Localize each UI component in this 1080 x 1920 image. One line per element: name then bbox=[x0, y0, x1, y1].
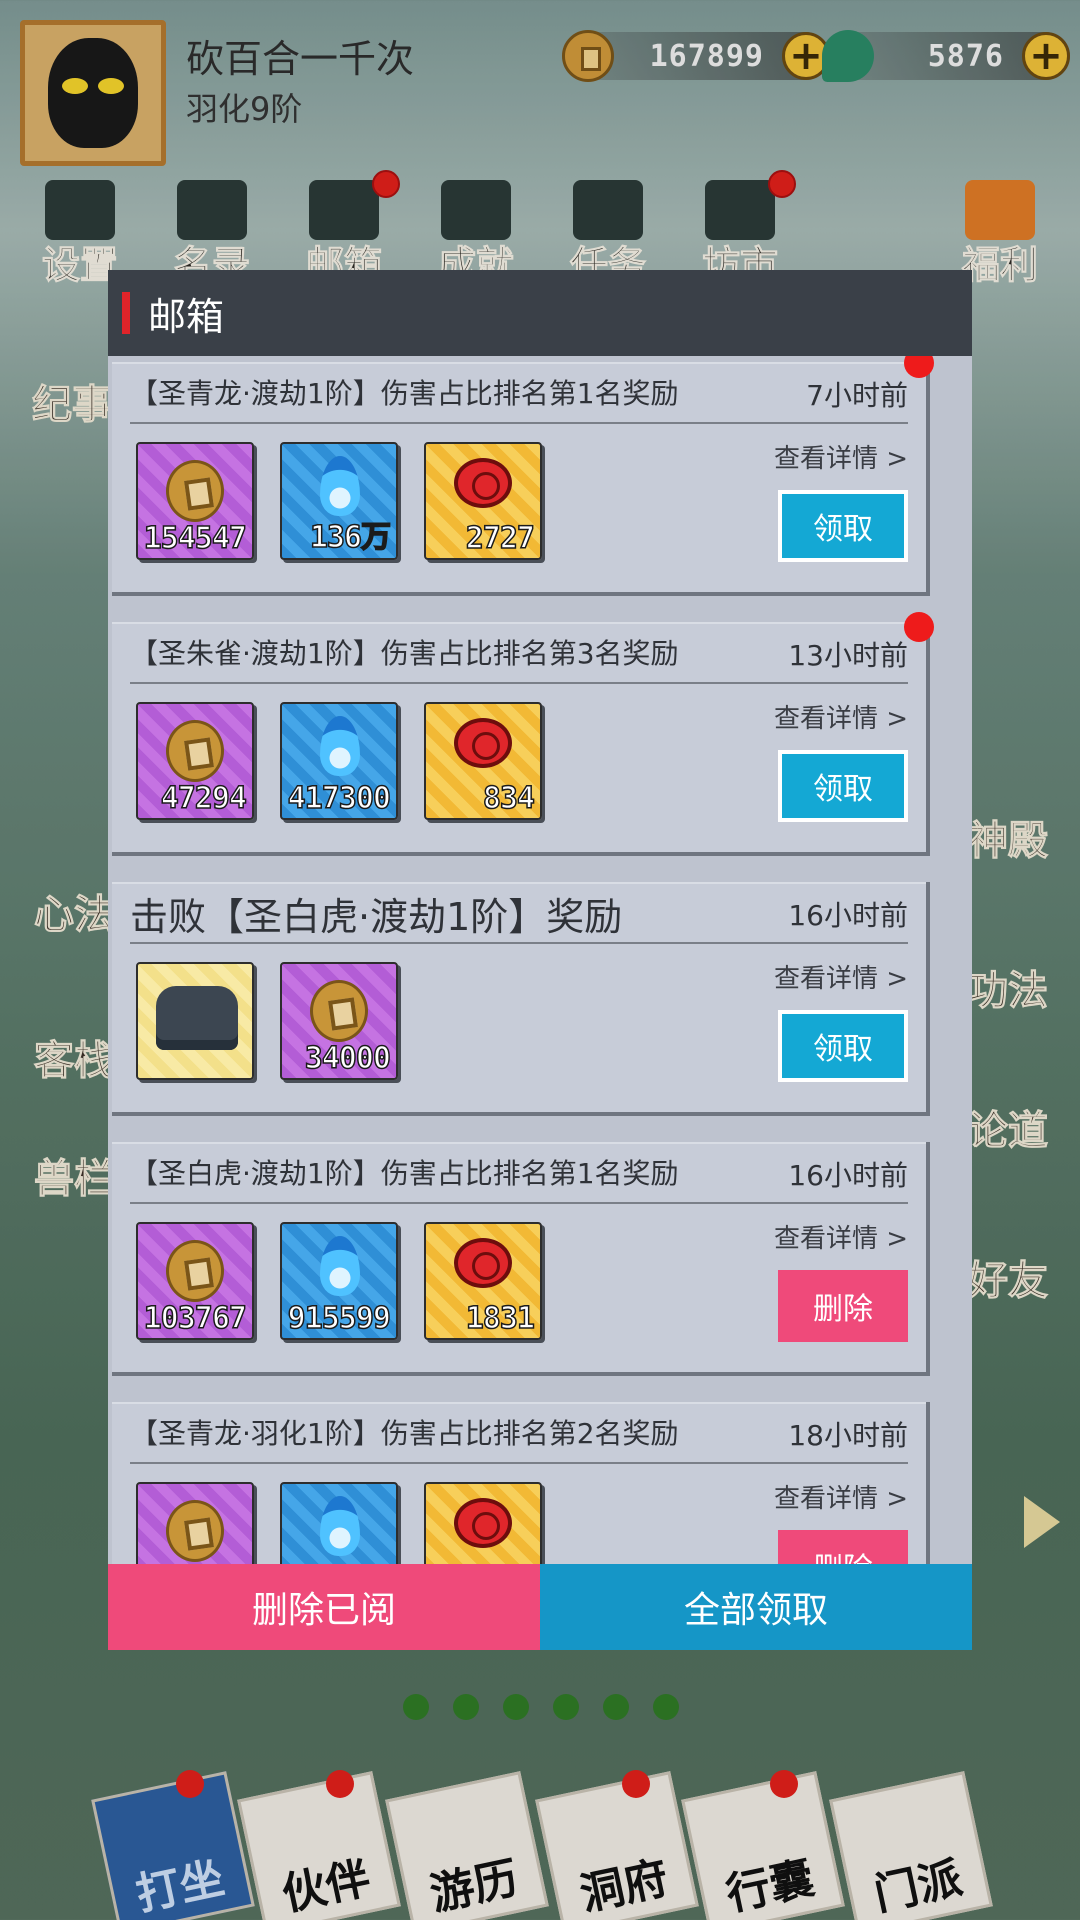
reward-coin[interactable]: 154547 bbox=[136, 442, 254, 560]
reward-token[interactable] bbox=[424, 1482, 542, 1564]
divider bbox=[130, 682, 908, 684]
reward-list: 34000 bbox=[136, 962, 398, 1080]
mailbox-footer: 删除已阅 全部领取 bbox=[108, 1564, 972, 1650]
mail-title: 【圣青龙·羽化1阶】伤害占比排名第2名奖励 bbox=[130, 1417, 679, 1450]
reward-qty: 34000 bbox=[304, 1040, 392, 1077]
view-details-link[interactable]: 查看详情 > bbox=[774, 1218, 908, 1255]
coin-icon bbox=[166, 460, 224, 522]
coin-icon bbox=[166, 720, 224, 782]
unread-dot bbox=[904, 356, 934, 378]
reward-spirit-flame[interactable]: 136万 bbox=[280, 442, 398, 560]
reward-spirit-flame[interactable]: 915599 bbox=[280, 1222, 398, 1340]
mail-time: 7小时前 bbox=[806, 379, 908, 412]
reward-coin[interactable]: 34000 bbox=[280, 962, 398, 1080]
claim-button[interactable]: 领取 bbox=[778, 490, 908, 562]
mail-time: 13小时前 bbox=[788, 639, 908, 672]
mail-title: 【圣白虎·渡劫1阶】伤害占比排名第1名奖励 bbox=[130, 1157, 679, 1190]
token-icon bbox=[454, 718, 512, 768]
reward-spirit-flame[interactable] bbox=[280, 1482, 398, 1564]
reward-spirit-flame[interactable]: 417300 bbox=[280, 702, 398, 820]
mail-title: 【圣朱雀·渡劫1阶】伤害占比排名第3名奖励 bbox=[130, 637, 679, 670]
reward-token[interactable]: 2727 bbox=[424, 442, 542, 560]
mail-item[interactable]: 【圣青龙·羽化1阶】伤害占比排名第2名奖励 18小时前 查看详情 > 删除 bbox=[112, 1402, 930, 1564]
token-icon bbox=[454, 1238, 512, 1288]
mailbox-header: 邮箱 bbox=[108, 270, 972, 356]
reward-qty: 47294 bbox=[160, 780, 248, 817]
reward-qty: 154547 bbox=[143, 520, 248, 557]
reward-qty: 2727 bbox=[465, 520, 536, 557]
coin-icon bbox=[310, 980, 368, 1042]
mail-item[interactable]: 【圣青龙·渡劫1阶】伤害占比排名第1名奖励 7小时前 154547 136万 2… bbox=[112, 356, 934, 596]
reward-token[interactable]: 834 bbox=[424, 702, 542, 820]
token-icon bbox=[454, 458, 512, 508]
mail-item[interactable]: 【圣白虎·渡劫1阶】伤害占比排名第1名奖励 16小时前 103767 91559… bbox=[112, 1142, 930, 1376]
spirit-flame-icon bbox=[320, 1496, 360, 1556]
reward-boots[interactable] bbox=[136, 962, 254, 1080]
mail-item[interactable]: 击败【圣白虎·渡劫1阶】奖励 16小时前 34000 查看详情 > 领取 bbox=[112, 882, 930, 1116]
reward-qty: 103767 bbox=[143, 1300, 248, 1337]
view-details-link[interactable]: 查看详情 > bbox=[774, 438, 908, 475]
mail-title: 击败【圣白虎·渡劫1阶】奖励 bbox=[130, 895, 623, 939]
reward-list: 103767 915599 1831 bbox=[136, 1222, 542, 1340]
reward-coin[interactable]: 103767 bbox=[136, 1222, 254, 1340]
reward-qty: 915599 bbox=[287, 1300, 392, 1337]
view-details-link[interactable]: 查看详情 > bbox=[774, 698, 908, 735]
reward-qty: 417300 bbox=[287, 780, 392, 817]
spirit-flame-icon bbox=[320, 1236, 360, 1296]
reward-token[interactable]: 1831 bbox=[424, 1222, 542, 1340]
claim-button[interactable]: 领取 bbox=[778, 1010, 908, 1082]
mail-time: 18小时前 bbox=[788, 1419, 908, 1452]
view-details-link[interactable]: 查看详情 > bbox=[774, 958, 908, 995]
reward-qty: 136万 bbox=[309, 519, 392, 556]
delete-button[interactable]: 删除 bbox=[778, 1270, 908, 1342]
reward-coin[interactable] bbox=[136, 1482, 254, 1564]
divider bbox=[130, 1462, 908, 1464]
delete-button[interactable]: 删除 bbox=[778, 1530, 908, 1564]
divider bbox=[130, 422, 908, 424]
mail-time: 16小时前 bbox=[788, 1159, 908, 1192]
reward-list: 154547 136万 2727 bbox=[136, 442, 542, 560]
unread-dot bbox=[904, 612, 934, 642]
spirit-flame-icon bbox=[320, 716, 360, 776]
claim-button[interactable]: 领取 bbox=[778, 750, 908, 822]
reward-list: 47294 417300 834 bbox=[136, 702, 542, 820]
header-accent-bar bbox=[122, 292, 130, 334]
divider bbox=[130, 1202, 908, 1204]
mailbox-title: 邮箱 bbox=[148, 294, 225, 339]
claim-all-button[interactable]: 全部领取 bbox=[540, 1564, 972, 1650]
divider bbox=[130, 942, 908, 944]
coin-icon bbox=[166, 1240, 224, 1302]
mailbox-modal: 邮箱 【圣青龙·渡劫1阶】伤害占比排名第1名奖励 7小时前 154547 136… bbox=[108, 270, 972, 1650]
coin-icon bbox=[166, 1500, 224, 1562]
delete-read-button[interactable]: 删除已阅 bbox=[108, 1564, 540, 1650]
mail-item[interactable]: 【圣朱雀·渡劫1阶】伤害占比排名第3名奖励 13小时前 47294 417300… bbox=[112, 612, 934, 856]
boots-icon bbox=[156, 986, 238, 1050]
reward-list bbox=[136, 1482, 542, 1564]
mail-list[interactable]: 【圣青龙·渡劫1阶】伤害占比排名第1名奖励 7小时前 154547 136万 2… bbox=[108, 356, 972, 1564]
reward-coin[interactable]: 47294 bbox=[136, 702, 254, 820]
reward-qty: 1831 bbox=[465, 1300, 536, 1337]
mail-title: 【圣青龙·渡劫1阶】伤害占比排名第1名奖励 bbox=[130, 377, 679, 410]
mail-time: 16小时前 bbox=[788, 899, 908, 932]
spirit-flame-icon bbox=[320, 456, 360, 516]
reward-qty: 834 bbox=[482, 780, 536, 817]
view-details-link[interactable]: 查看详情 > bbox=[774, 1478, 908, 1515]
token-icon bbox=[454, 1498, 512, 1548]
